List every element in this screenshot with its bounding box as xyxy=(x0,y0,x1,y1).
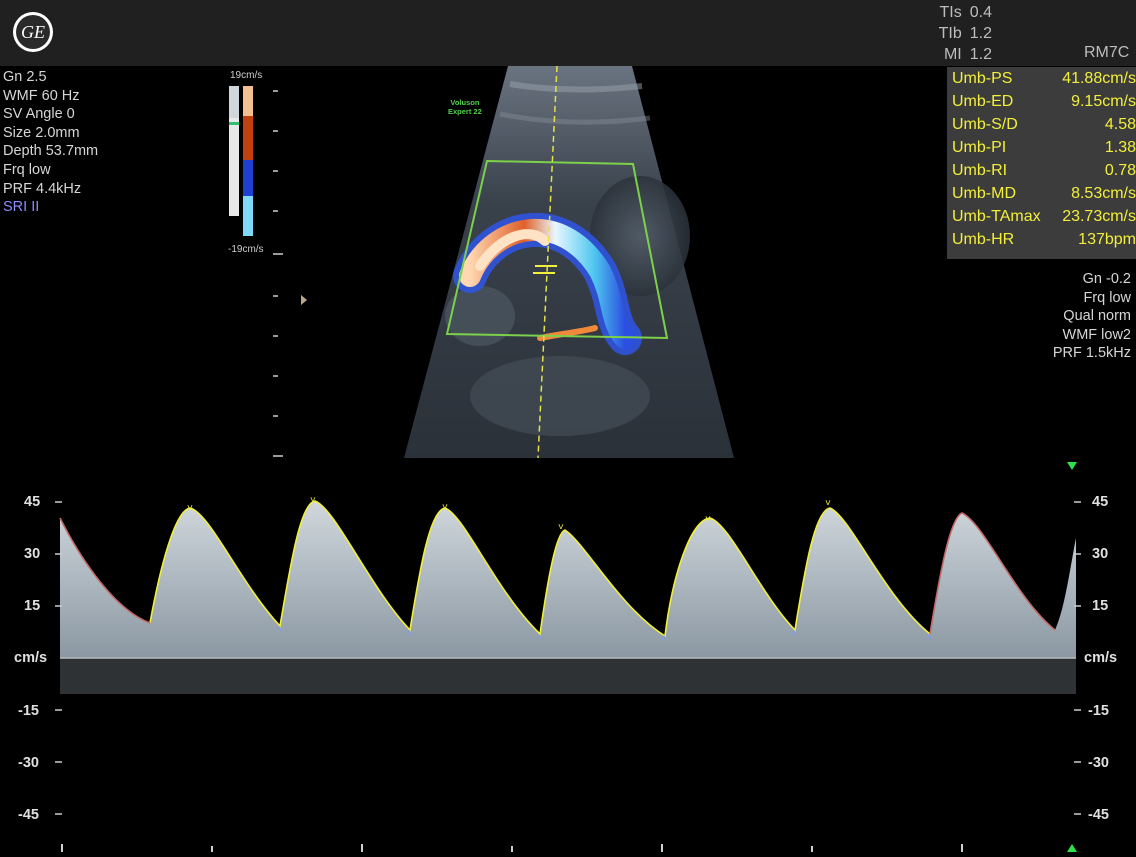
safety-mi: MI 1.2 xyxy=(930,44,992,65)
probe-name: RM7C xyxy=(1084,44,1130,61)
svg-text:˅: ˅ xyxy=(442,502,448,513)
ge-logo: GE xyxy=(13,12,53,52)
axis-left-neg45: -45 xyxy=(18,807,39,823)
param-depth: Depth 53.7mm xyxy=(3,143,99,160)
spectrum-fill xyxy=(60,501,1076,658)
watermark-line2: Expert 22 xyxy=(448,107,482,116)
tis-label: TIs xyxy=(939,4,962,21)
tib-label: TIb xyxy=(938,25,962,42)
measurement-row: Umb-MD 8.53cm/s xyxy=(952,185,1136,202)
pw-frequency: Frq low xyxy=(1083,289,1131,306)
measurement-row: Umb-RI 0.78 xyxy=(952,162,1136,179)
svg-text:˅: ˅ xyxy=(825,498,831,509)
axis-left-15: 15 xyxy=(24,598,41,614)
safety-indices: TIs 0.4 TIb 1.2 MI 1.2 xyxy=(930,2,992,65)
axis-right-15: 15 xyxy=(1092,598,1109,614)
svg-text:˅: ˅ xyxy=(310,495,316,506)
measurement-row: Umb-PI 1.38 xyxy=(952,139,1136,156)
sweep-top-marker-icon[interactable] xyxy=(1067,462,1077,470)
measurement-row: Umb-S/D 4.58 xyxy=(952,116,1136,133)
safety-tis: TIs 0.4 xyxy=(930,2,992,23)
axis-left-neg15: -15 xyxy=(18,703,39,719)
tis-value: 0.4 xyxy=(969,4,992,21)
axis-right-neg45: -45 xyxy=(1088,807,1109,823)
svg-text:˄: ˄ xyxy=(406,628,412,639)
svg-text:˅: ˅ xyxy=(187,503,193,514)
measurement-row: Umb-PS 41.88cm/s xyxy=(952,70,1136,87)
param-gain: Gn 2.5 xyxy=(3,69,47,85)
watermark-line1: Voluson xyxy=(450,98,480,107)
safety-tib: TIb 1.2 xyxy=(930,23,992,44)
axis-right-unit: cm/s xyxy=(1084,650,1118,666)
svg-text:˄: ˄ xyxy=(661,633,667,644)
param-sv-angle: SV Angle 0 xyxy=(3,106,75,123)
axis-right-neg30: -30 xyxy=(1088,755,1109,771)
axis-left-45: 45 xyxy=(24,494,41,510)
svg-text:˅: ˅ xyxy=(558,522,564,533)
axis-left-30: 30 xyxy=(24,546,41,562)
param-prf: PRF 4.4kHz xyxy=(3,180,82,197)
pw-gain: Gn -0.2 xyxy=(1082,271,1131,287)
right-parameters: Gn -0.2 Frq low Qual norm WMF low2 PRF 1… xyxy=(1053,270,1131,363)
axis-left-neg30: -30 xyxy=(18,755,39,771)
focus-marker-icon[interactable] xyxy=(301,295,307,305)
top-bar: GE TIs 0.4 TIb 1.2 MI 1.2 RM7C xyxy=(0,0,1136,66)
doppler-spectrum-area: ˅ ˅ ˅ ˅ ˅ ˅ ˄ ˄ ˄ ˄ ˄ ˄ xyxy=(0,458,1136,852)
tib-value: 1.2 xyxy=(969,25,992,42)
measurement-row: Umb-HR 137bpm xyxy=(952,231,1136,248)
axis-right-30: 30 xyxy=(1092,546,1109,562)
svg-text:˅: ˅ xyxy=(705,514,711,525)
mi-label: MI xyxy=(943,46,962,63)
color-velocity-bar xyxy=(229,86,253,236)
spectrum-noise-band xyxy=(60,658,1076,694)
param-wmf: WMF 60 Hz xyxy=(3,87,80,104)
time-axis-ticks xyxy=(61,844,963,852)
sweep-bottom-marker-icon[interactable] xyxy=(1067,844,1077,852)
param-frequency: Frq low xyxy=(3,161,51,178)
pw-wmf: WMF low2 xyxy=(1062,326,1131,343)
left-parameters: Gn 2.5 WMF 60 Hz SV Angle 0 Size 2.0mm D… xyxy=(3,68,98,217)
peak-markers: ˅ ˅ ˅ ˅ ˅ ˅ xyxy=(187,495,831,533)
param-size: Size 2.0mm xyxy=(3,124,80,141)
axis-left-unit: cm/s xyxy=(14,650,48,666)
color-scale-top: 19cm/s xyxy=(230,70,263,81)
svg-text:˄: ˄ xyxy=(926,632,932,643)
pw-quality: Qual norm xyxy=(1063,308,1131,325)
svg-text:˄: ˄ xyxy=(536,632,542,643)
svg-text:˄: ˄ xyxy=(791,628,797,639)
ge-logo-text: GE xyxy=(16,15,50,49)
doppler-spectrum: ˅ ˅ ˅ ˅ ˅ ˅ ˄ ˄ ˄ ˄ ˄ ˄ xyxy=(55,462,1081,852)
axis-right-neg15: -15 xyxy=(1088,703,1109,719)
measurement-row: Umb-TAmax 23.73cm/s xyxy=(952,208,1136,225)
pw-prf: PRF 1.5kHz xyxy=(1052,345,1131,362)
sri-label: SRI II xyxy=(3,199,40,216)
axis-right-45: 45 xyxy=(1092,494,1109,510)
system-watermark: Voluson Expert 22 xyxy=(448,98,482,116)
measurement-row: Umb-ED 9.15cm/s xyxy=(952,93,1136,110)
measurement-panel: Umb-PS 41.88cm/s Umb-ED 9.15cm/s Umb-S/D 4.… xyxy=(947,67,1136,259)
depth-scale xyxy=(273,90,283,457)
svg-text:˄: ˄ xyxy=(276,624,282,635)
mi-value: 1.2 xyxy=(969,46,992,63)
color-scale-bottom: -19cm/s xyxy=(228,244,264,255)
